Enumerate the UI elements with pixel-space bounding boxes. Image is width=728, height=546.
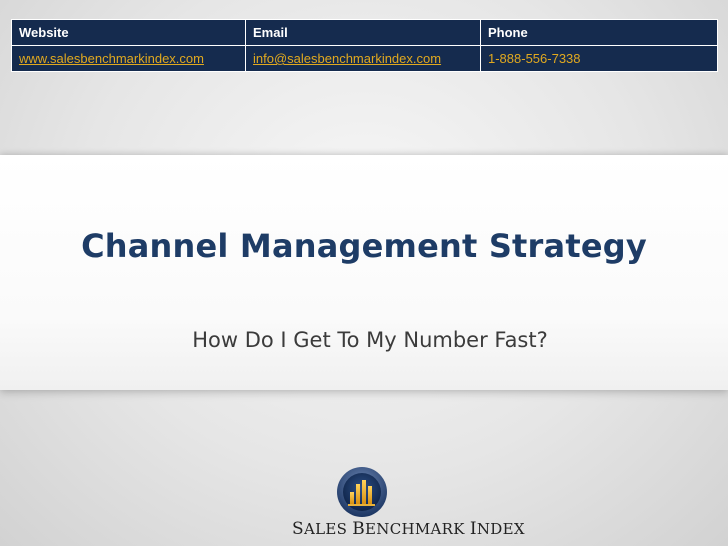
header-email: Email xyxy=(245,19,481,46)
slide-title: Channel Management Strategy xyxy=(81,227,647,265)
slide-subtitle: How Do I Get To My Number Fast? xyxy=(192,328,548,352)
contact-value-row: www.salesbenchmarkindex.com info@salesbe… xyxy=(11,45,718,72)
sbi-logo: SALES BENCHMARK INDEX xyxy=(292,466,525,544)
contact-header-row: Website Email Phone xyxy=(11,19,718,46)
email-cell: info@salesbenchmarkindex.com xyxy=(245,45,481,72)
email-link[interactable]: info@salesbenchmarkindex.com xyxy=(253,51,441,66)
website-cell: www.salesbenchmarkindex.com xyxy=(11,45,246,72)
website-link[interactable]: www.salesbenchmarkindex.com xyxy=(19,51,204,66)
header-phone: Phone xyxy=(480,19,718,46)
phone-cell: 1-888-556-7338 xyxy=(480,45,718,72)
logo-wordmark: SALES BENCHMARK INDEX xyxy=(292,519,525,539)
title-band xyxy=(0,155,728,390)
logo-emblem-icon xyxy=(337,467,387,517)
header-website: Website xyxy=(11,19,246,46)
contact-table: Website Email Phone www.salesbenchmarkin… xyxy=(11,19,718,72)
